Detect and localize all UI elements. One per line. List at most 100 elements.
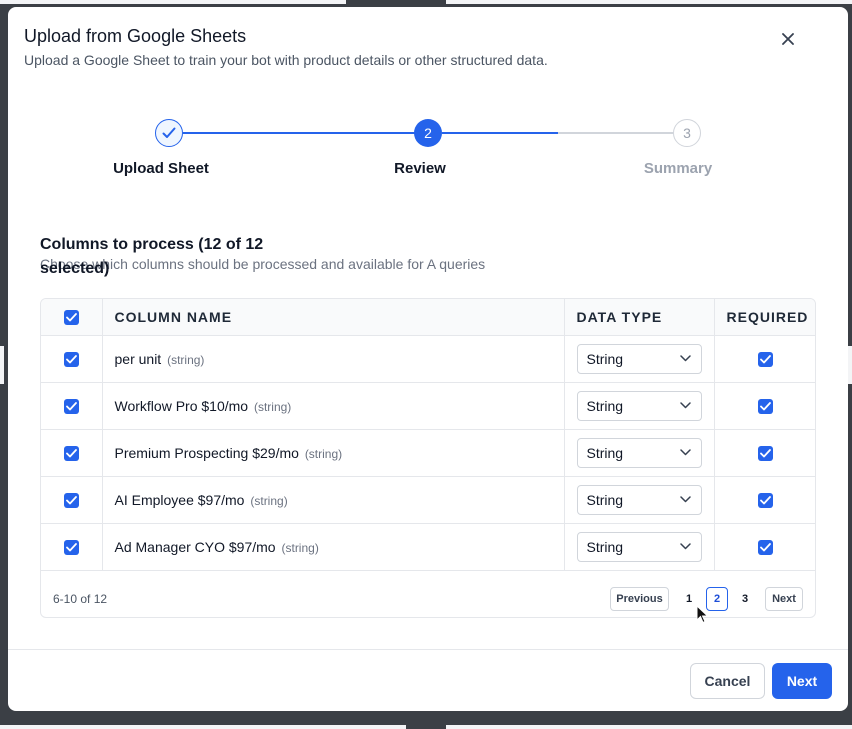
required-checkbox[interactable] [757,351,773,367]
data-type-select[interactable]: String [576,531,702,562]
data-type-header: DATA TYPE [564,299,715,336]
row-select-checkbox[interactable] [63,445,79,461]
column-type-hint: (string) [281,540,319,555]
backdrop-bottom-right [446,725,852,729]
select-all-cell [41,299,103,336]
table-row: Premium Prospecting $29/mo (string) Strin… [41,429,815,477]
table-row: Ad Manager CYO $97/mo (string) String [41,523,815,571]
chevron-down-icon [679,449,691,456]
data-type-value: String [586,397,624,414]
step-3-label: Summary [643,160,713,177]
step-line-1 [183,132,415,134]
backdrop-top-left [0,0,346,4]
row-select-cell [41,335,103,383]
data-type-select[interactable]: String [576,390,702,421]
row-select-checkbox[interactable] [63,398,79,414]
columns-table: COLUMN NAME DATA TYPE REQUIRED per unit … [40,298,816,618]
data-type-cell: String [564,476,715,524]
data-type-cell: String [564,382,715,430]
data-type-select[interactable]: String [576,437,702,468]
next-button[interactable]: Next [772,663,832,699]
next-page-button[interactable]: Next [765,587,803,611]
data-type-value: String [586,444,624,461]
check-icon [759,495,771,505]
step-1-circle [155,119,183,147]
step-line-3 [558,132,673,134]
column-name-cell: Workflow Pro $10/mo (string) [102,382,565,430]
column-name-cell: Ad Manager CYO $97/mo (string) [102,523,565,571]
check-icon [65,495,77,505]
data-type-value: String [586,491,624,508]
required-checkbox[interactable] [757,492,773,508]
row-select-checkbox[interactable] [63,492,79,508]
chevron-down-icon [679,543,691,550]
step-2-number: 2 [424,125,432,141]
row-select-checkbox[interactable] [63,539,79,555]
required-cell [714,523,815,571]
column-type-hint: (string) [250,493,288,508]
check-icon [759,448,771,458]
step-line-2 [442,132,558,134]
column-type-hint: (string) [253,399,292,414]
column-type-hint: (string) [304,446,343,461]
check-icon [65,401,77,411]
close-button[interactable] [778,29,798,49]
footer-divider [8,649,848,650]
step-3-number: 3 [683,125,691,141]
data-type-cell: String [564,429,715,477]
required-cell [714,335,815,383]
chevron-down-icon [679,355,691,362]
backdrop-right [848,346,852,384]
section-title: Columns to process (12 of 12 selected) [40,236,264,277]
data-type-cell: String [564,523,715,571]
step-3-circle: 3 [673,119,701,147]
row-select-cell [41,382,103,430]
chevron-down-icon [679,496,691,503]
check-icon [65,448,77,458]
required-cell [714,476,815,524]
column-name: Ad Manager CYO $97/mo [114,538,276,555]
data-type-value: String [586,538,624,555]
column-name-cell: per unit (string) [102,335,565,383]
page-3-button[interactable]: 3 [734,587,756,611]
data-type-select[interactable]: String [576,343,702,374]
chevron-down-icon [679,402,691,409]
required-cell [714,429,815,477]
column-name-cell: AI Employee $97/mo (string) [102,476,565,524]
table-row: Workflow Pro $10/mo (string) String [41,382,815,430]
close-icon [782,33,794,45]
required-header: REQUIRED [714,299,815,336]
step-2-label: Review [394,160,446,177]
column-name: Premium Prospecting $29/mo [114,444,299,461]
cancel-button[interactable]: Cancel [690,663,765,699]
backdrop-bottom-left [0,725,406,729]
check-icon [759,354,771,364]
table-header-row: COLUMN NAME DATA TYPE REQUIRED [41,299,815,336]
select-all-checkbox[interactable] [63,310,79,326]
modal-subtitle: Upload a Google Sheet to train your bot … [24,52,548,68]
required-cell [714,382,815,430]
data-type-select[interactable]: String [576,484,702,515]
data-type-value: String [586,350,624,367]
required-checkbox[interactable] [757,539,773,555]
check-icon [65,354,77,364]
check-icon [65,313,77,322]
row-select-checkbox[interactable] [63,351,79,367]
check-icon [65,542,77,552]
backdrop-left [0,346,4,384]
checkmark-icon [162,127,176,138]
required-checkbox[interactable] [757,398,773,414]
backdrop-top-right [446,0,852,4]
previous-page-button[interactable]: Previous [610,587,669,611]
mouse-pointer-icon [696,605,709,624]
upload-modal: Upload from Google Sheets Upload a Googl… [8,7,848,711]
check-icon [759,542,771,552]
required-checkbox[interactable] [757,445,773,461]
table-row: per unit (string) String [41,335,815,383]
step-1-label: Upload Sheet [113,160,209,177]
pagination-range: 6-10 of 12 [53,592,108,606]
row-select-cell [41,429,103,477]
modal-title: Upload from Google Sheets [24,26,247,46]
table-row: AI Employee $97/mo (string) String [41,476,815,524]
column-name: per unit [114,350,162,367]
